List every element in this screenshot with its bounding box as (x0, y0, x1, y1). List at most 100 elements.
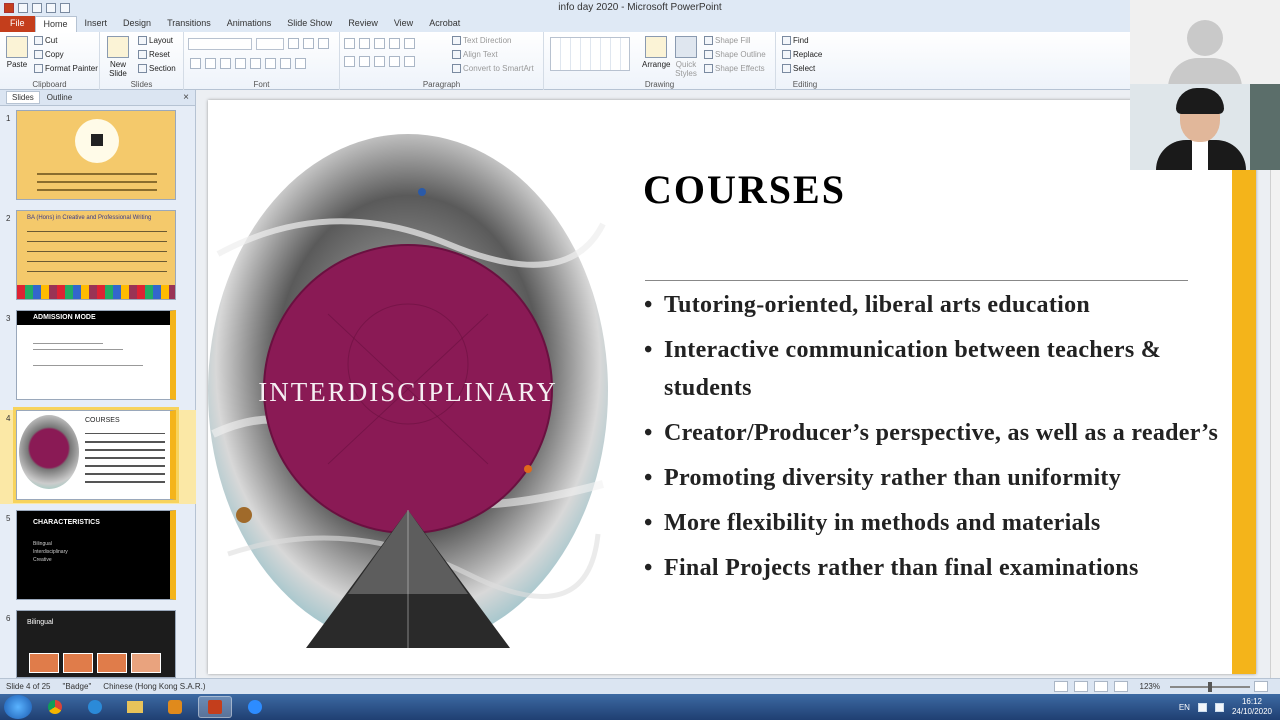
shape-outline-button[interactable]: Shape Outline (704, 50, 766, 59)
text-line (27, 261, 167, 262)
font-name-box[interactable] (188, 38, 252, 50)
clear-format-icon[interactable] (318, 38, 329, 49)
line-spacing-icon[interactable] (404, 38, 415, 49)
undo-icon[interactable] (32, 3, 42, 13)
justify-icon[interactable] (389, 56, 400, 67)
shape-effects-button[interactable]: Shape Effects (704, 64, 765, 73)
clock[interactable]: 16:12 24/10/2020 (1232, 697, 1272, 717)
tab-file[interactable]: File (0, 16, 35, 32)
change-case-icon[interactable] (280, 58, 291, 69)
slide-thumbnail-1[interactable]: 1 (0, 110, 196, 204)
shape-fill-button[interactable]: Shape Fill (704, 36, 751, 45)
convert-smartart-button[interactable]: Convert to SmartArt (452, 64, 534, 73)
zoom-app-icon[interactable] (238, 696, 272, 718)
slide-thumbnail-3[interactable]: 3 ADMISSION MODE (0, 310, 196, 404)
tab-home[interactable]: Home (34, 16, 77, 32)
bullets-icon[interactable] (344, 38, 355, 49)
grow-font-icon[interactable] (288, 38, 299, 49)
smartart-icon (452, 64, 461, 73)
fit-to-window-icon[interactable] (1254, 681, 1268, 692)
increase-indent-icon[interactable] (389, 38, 400, 49)
tab-outline[interactable]: Outline (42, 92, 77, 103)
powerpoint-taskbar-icon[interactable] (198, 696, 232, 718)
close-panel-icon[interactable]: × (183, 92, 189, 103)
language-indicator[interactable]: Chinese (Hong Kong S.A.R.) (97, 682, 211, 691)
customize-qat-icon[interactable] (60, 3, 70, 13)
text-direction-button[interactable]: Text Direction (452, 36, 511, 45)
select-button[interactable]: Select (782, 64, 815, 73)
volume-icon[interactable] (1214, 702, 1224, 712)
font-style-buttons[interactable] (190, 58, 308, 69)
align-left-icon[interactable] (344, 56, 355, 67)
slides-group-label: Slides (130, 80, 153, 89)
spacing-icon[interactable] (265, 58, 276, 69)
quick-styles-button[interactable]: Quick Styles (672, 36, 700, 78)
input-language[interactable]: EN (1179, 703, 1190, 712)
columns-icon[interactable] (404, 56, 415, 67)
replace-button[interactable]: Replace (782, 50, 822, 59)
internet-explorer-icon[interactable] (78, 696, 112, 718)
tab-animations[interactable]: Animations (219, 16, 280, 32)
text-line (37, 189, 157, 191)
numbering-icon[interactable] (359, 38, 370, 49)
file-explorer-icon[interactable] (118, 696, 152, 718)
bold-icon[interactable] (190, 58, 201, 69)
vertical-scrollbar[interactable] (1270, 90, 1280, 678)
align-center-icon[interactable] (359, 56, 370, 67)
normal-view-icon[interactable] (1053, 681, 1068, 692)
list-buttons[interactable] (344, 38, 417, 49)
bullet-list[interactable]: Tutoring-oriented, liberal arts educatio… (644, 286, 1234, 594)
slide-sorter-icon[interactable] (1073, 681, 1088, 692)
cut-button[interactable]: Cut (34, 36, 57, 45)
shapes-gallery[interactable] (550, 37, 630, 71)
font-size-box[interactable] (256, 38, 284, 50)
paste-button[interactable]: Paste (4, 36, 30, 69)
section-button[interactable]: Section (138, 64, 176, 73)
text-line (33, 365, 143, 366)
tab-transitions[interactable]: Transitions (159, 16, 219, 32)
underline-icon[interactable] (220, 58, 231, 69)
slide-thumbnail-2[interactable]: 2 BA (Hons) in Creative and Professional… (0, 210, 196, 304)
tab-acrobat[interactable]: Acrobat (421, 16, 468, 32)
shrink-font-icon[interactable] (303, 38, 314, 49)
slideshow-icon[interactable] (1113, 681, 1128, 692)
current-slide[interactable]: INTERDISCIPLINARY COURSES Tutoring-orien… (208, 100, 1256, 674)
tab-design[interactable]: Design (115, 16, 159, 32)
media-player-icon[interactable] (158, 696, 192, 718)
font-color-icon[interactable] (295, 58, 306, 69)
format-painter-button[interactable]: Format Painter (34, 64, 98, 73)
shadow-icon[interactable] (235, 58, 246, 69)
arrange-button[interactable]: Arrange (642, 36, 670, 69)
start-button-icon[interactable] (4, 695, 32, 719)
redo-icon[interactable] (46, 3, 56, 13)
tab-view[interactable]: View (386, 16, 421, 32)
italic-icon[interactable] (205, 58, 216, 69)
zoom-level[interactable]: 123% (1134, 682, 1166, 691)
tab-slides[interactable]: Slides (6, 91, 40, 104)
layout-icon (138, 36, 147, 45)
zoom-slider[interactable] (1170, 681, 1250, 692)
find-button[interactable]: Find (782, 36, 809, 45)
copy-button[interactable]: Copy (34, 50, 64, 59)
chrome-icon[interactable] (38, 696, 72, 718)
save-icon[interactable] (18, 3, 28, 13)
slide-title[interactable]: COURSES (643, 166, 846, 213)
tab-slide-show[interactable]: Slide Show (279, 16, 340, 32)
decrease-indent-icon[interactable] (374, 38, 385, 49)
align-text-button[interactable]: Align Text (452, 50, 498, 59)
zoom-slider-handle[interactable] (1208, 681, 1212, 692)
reset-button[interactable]: Reset (138, 50, 170, 59)
align-right-icon[interactable] (374, 56, 385, 67)
layout-button[interactable]: Layout (138, 36, 173, 45)
reading-view-icon[interactable] (1093, 681, 1108, 692)
font-size-buttons[interactable] (288, 38, 331, 49)
drawing-group-label: Drawing (644, 80, 675, 89)
network-icon[interactable] (1197, 702, 1207, 712)
align-buttons[interactable] (344, 56, 417, 67)
tab-review[interactable]: Review (340, 16, 386, 32)
tab-insert[interactable]: Insert (77, 16, 116, 32)
slide-thumbnail-4[interactable]: 4 COURSES (0, 407, 196, 504)
slide-thumbnail-5[interactable]: 5 CHARACTERISTICS Bilingual Interdiscipl… (0, 510, 196, 604)
strikethrough-icon[interactable] (250, 58, 261, 69)
new-slide-button[interactable]: New Slide (104, 36, 132, 78)
